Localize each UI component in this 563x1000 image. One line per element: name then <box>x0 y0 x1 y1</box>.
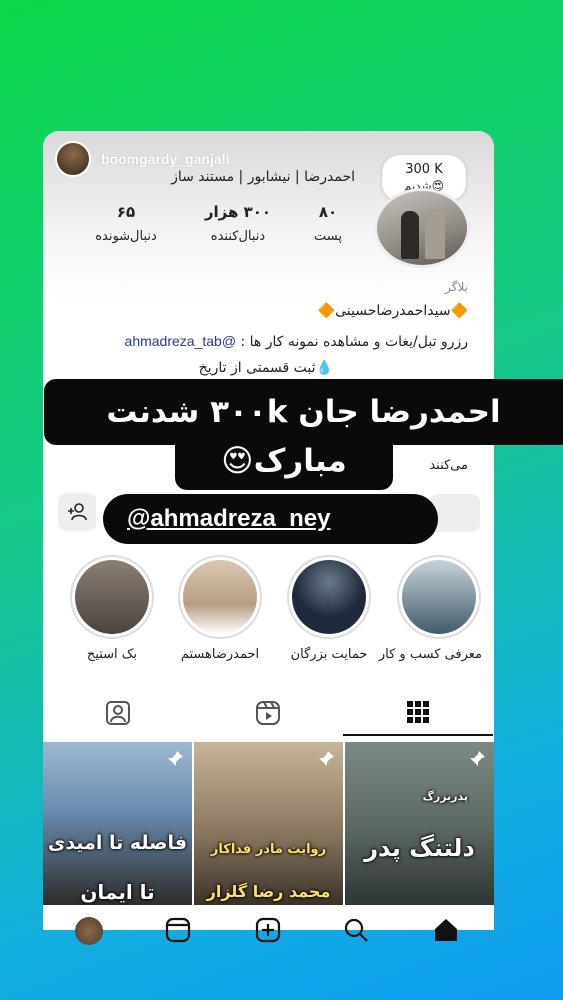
stat-followers[interactable]: ۳۰۰ هزار دنبال‌کننده <box>193 203 283 244</box>
highlight-ring <box>397 555 481 639</box>
profile-figure-1 <box>401 211 419 259</box>
reserve-text: رزرو تبل/یغات و مشاهده نمونه کار ها : <box>240 334 469 350</box>
bottom-navigation <box>43 905 494 945</box>
following-count: ۶۵ <box>116 203 136 221</box>
story-highlights: معرفی کسب و کار حمایت بزرگان احمدرضاهستم… <box>0 555 563 670</box>
bio-continuation: می‌کنند <box>429 458 468 473</box>
grid-icon <box>407 701 429 723</box>
pin-icon <box>168 751 183 766</box>
stat-following[interactable]: ۶۵ دنبال‌شونده <box>81 203 171 244</box>
following-label: دنبال‌شونده <box>95 229 157 244</box>
congrats-sticker-line2: مبارک😍 <box>175 432 393 490</box>
posts-grid: فاصله تا امیدی تا ایمان روایت مادر فداکا… <box>43 742 494 905</box>
account-avatar[interactable] <box>55 141 91 177</box>
diamond-icon: 🔶 <box>450 303 468 319</box>
post-thumbnail[interactable]: پدربزرگ دلتنگ پدر <box>345 742 494 905</box>
profile-category: بلاگر <box>445 280 468 294</box>
nav-reels[interactable] <box>165 917 193 945</box>
nav-search[interactable] <box>343 917 371 945</box>
home-icon <box>435 919 457 941</box>
nav-home[interactable] <box>433 917 461 945</box>
highlight-item[interactable]: بک استیج <box>69 555 155 662</box>
highlight-thumbnail <box>183 560 257 634</box>
followers-label: دنبال‌کننده <box>210 229 266 244</box>
pin-icon <box>319 751 334 766</box>
posts-count: ۸۰ <box>318 203 338 221</box>
highlight-item[interactable]: حمایت بزرگان <box>286 555 372 662</box>
post-thumbnail[interactable]: فاصله تا امیدی تا ایمان <box>43 742 192 905</box>
highlight-thumbnail <box>292 560 366 634</box>
stat-posts[interactable]: ۸۰ پست <box>303 203 353 244</box>
post-thumbnail[interactable]: روایت مادر فداکار محمد رضا گلزار <box>194 742 343 905</box>
post-caption-1: فاصله تا امیدی <box>47 832 188 854</box>
highlight-ring <box>70 555 154 639</box>
username[interactable]: boomgardy_ganjali <box>101 151 229 167</box>
reserve-handle-link[interactable]: @ahmadreza_tab <box>125 333 237 349</box>
add-person-icon <box>68 503 87 521</box>
post-caption-2: دلتنگ پدر <box>364 834 475 862</box>
profile-figure-2 <box>425 209 445 259</box>
highlight-thumbnail <box>75 560 149 634</box>
highlight-label: بک استیج <box>86 647 138 662</box>
highlight-item[interactable]: احمدرضاهستم <box>177 555 263 662</box>
post-caption-1: پدربزرگ <box>422 790 468 803</box>
reels-icon <box>165 917 191 943</box>
bio-reserve-line: رزرو تبل/یغات و مشاهده نمونه کار ها : @a… <box>125 333 468 350</box>
register-text: ثبت قسمتی از تاریخ <box>198 360 316 376</box>
highlight-thumbnail <box>402 560 476 634</box>
profile-action-button[interactable] <box>430 494 480 532</box>
reels-icon <box>256 701 280 725</box>
droplet-icon: 💧 <box>315 360 333 376</box>
tab-grid[interactable] <box>343 690 493 736</box>
display-name-text: سیداحمدرضاحسینی <box>335 303 451 319</box>
highlight-label: احمدرضاهستم <box>180 647 260 662</box>
highlight-ring <box>287 555 371 639</box>
create-icon <box>255 917 281 943</box>
highlight-ring <box>178 555 262 639</box>
pin-icon <box>470 751 485 766</box>
post-caption-2: تا ایمان <box>80 880 155 904</box>
display-name: 🔶سیداحمدرضاحسینی🔶 <box>318 303 468 319</box>
add-person-button[interactable] <box>58 493 96 531</box>
search-icon <box>344 918 368 942</box>
posts-label: پست <box>314 229 342 244</box>
bio-register-line: 💧ثبت قسمتی از تاریخ <box>199 360 333 376</box>
mention-sticker[interactable]: @ahmadreza_ney <box>103 494 438 544</box>
tab-tagged[interactable] <box>43 690 193 736</box>
highlight-label: معرفی کسب و کار <box>378 647 482 662</box>
profile-picture[interactable] <box>374 188 470 268</box>
tagged-icon <box>106 701 130 725</box>
post-caption-2: محمد رضا گلزار <box>206 882 331 901</box>
nav-create[interactable] <box>255 917 283 945</box>
followers-count: ۳۰۰ هزار <box>204 203 272 221</box>
diamond-icon: 🔶 <box>317 303 336 319</box>
tab-reels[interactable] <box>193 690 343 736</box>
badge-count: 300 K <box>405 162 443 177</box>
nav-profile-avatar[interactable] <box>75 917 103 945</box>
highlight-item[interactable]: معرفی کسب و کار <box>378 555 482 662</box>
bio-headline: احمدرضا | نیشابور | مستند ساز <box>171 169 355 185</box>
highlight-label: حمایت بزرگان <box>290 647 368 662</box>
profile-tabs <box>43 690 494 738</box>
post-caption-1: روایت مادر فداکار <box>210 842 327 857</box>
